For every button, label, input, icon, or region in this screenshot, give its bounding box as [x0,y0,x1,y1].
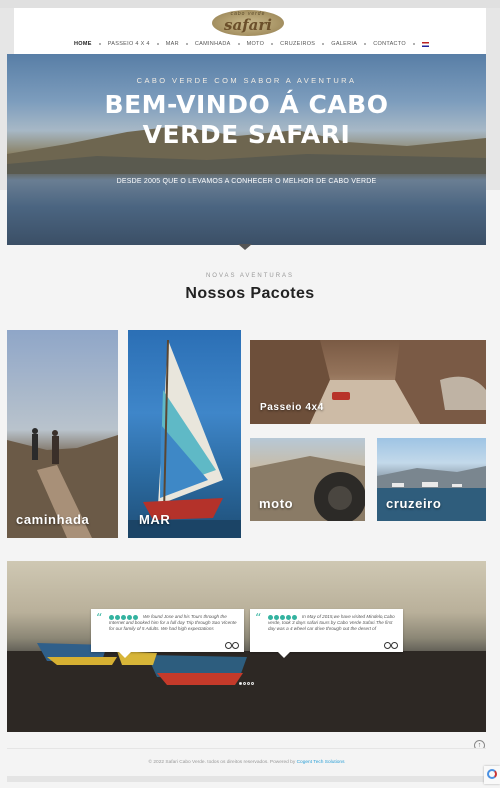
copyright-label: © 2022 Safari Cabo Verde. todos os direi… [148,760,296,765]
tile-label-caminhada: caminhada [16,512,90,527]
testimonial-card-1[interactable]: “ We found Jose and his Tours through th… [91,609,244,658]
package-tile-passeio-4x4[interactable]: Passeio 4x4 [250,340,486,424]
carousel-dot[interactable] [243,682,246,685]
hero-title: BEM-VINDO Á CABO VERDE SAFARI [7,90,486,150]
testimonials-section: “ We found Jose and his Tours through th… [7,561,486,732]
carousel-dots [239,682,254,685]
hero-subtitle: CABO VERDE COM SABOR A AVENTURA [136,76,357,85]
site-footer: © 2022 Safari Cabo Verde. todos os direi… [7,748,486,776]
nav-separator [185,43,188,45]
carousel-dot[interactable] [239,682,242,685]
nav-galeria[interactable]: GALERIA [328,41,360,47]
hero-down-arrow-icon [238,244,252,250]
bottom-bar [7,776,484,782]
logo-main-text: safari [224,16,272,34]
carousel-dot[interactable] [251,682,254,685]
hero-banner: CABO VERDE COM SABOR A AVENTURA BEM-VIND… [7,54,486,245]
beach-boats-image [7,643,486,732]
nav-moto[interactable]: MOTO [244,41,268,47]
site-logo[interactable]: cabo verde safari [212,10,284,36]
sailboat-image [128,339,241,538]
nav-separator [98,43,101,45]
top-bar [0,0,500,8]
hikers-image [7,428,118,538]
nav-separator [271,43,274,45]
tile-label-cruzeiro: cruzeiro [386,496,442,511]
tile-label-moto: moto [259,496,294,511]
packages-subtitle: NOVAS AVENTURAS [205,273,295,279]
quote-icon: “ [96,611,103,625]
carousel-dot[interactable] [247,682,250,685]
recaptcha-badge[interactable] [484,766,500,784]
testimonial-card-2[interactable]: “ In May of 2015,we have visited Mindelo… [250,609,403,658]
powered-by-link[interactable]: Cogent Tech Solutions [297,760,345,765]
package-tile-caminhada[interactable]: caminhada [7,330,118,538]
site-header: cabo verde safari HOME PASSEIO 4 X 4 MAR… [14,8,486,54]
nav-contacto[interactable]: CONTACTO [370,41,409,47]
tile-label-mar: MAR [139,512,171,527]
nav-cruzeiros[interactable]: CRUZEIROS [277,41,318,47]
right-frame [486,8,500,190]
testimonial-text: In May of 2015,we have visited Mindelo,C… [268,614,395,631]
nav-mar[interactable]: MAR [163,41,182,47]
hero-title-line-2: VERDE SAFARI [142,120,351,149]
package-tile-moto[interactable]: moto [250,438,365,521]
page: cabo verde safari HOME PASSEIO 4 X 4 MAR… [0,0,500,788]
tile-label-passeio: Passeio 4x4 [260,402,324,413]
nav-separator [156,43,159,45]
main-nav: HOME PASSEIO 4 X 4 MAR CAMINHADA MOTO CR… [14,41,486,47]
package-tile-cruzeiro[interactable]: cruzeiro [377,438,486,521]
packages-title: Nossos Pacotes [185,285,315,302]
hero-tagline: DESDE 2005 QUE O LEVAMOS A CONHECER O ME… [116,178,377,185]
nav-separator [412,43,415,45]
nav-passeio[interactable]: PASSEIO 4 X 4 [105,41,153,47]
tripadvisor-icon [384,642,398,649]
quote-icon: “ [255,611,262,625]
nav-separator [322,43,325,45]
copyright-text: © 2022 Safari Cabo Verde. todos os direi… [7,760,486,765]
nav-separator [364,43,367,45]
nav-separator [237,43,240,45]
testimonial-text: We found Jose and his Tours through the … [109,614,237,631]
tripadvisor-icon [225,642,239,649]
hero-title-line-1: BEM-VINDO Á CABO [104,90,389,119]
package-tile-mar[interactable]: MAR [128,330,241,538]
nav-caminhada[interactable]: CAMINHADA [192,41,234,47]
recaptcha-icon [487,769,497,779]
language-flag-icon[interactable] [421,41,429,47]
nav-home[interactable]: HOME [71,41,95,47]
